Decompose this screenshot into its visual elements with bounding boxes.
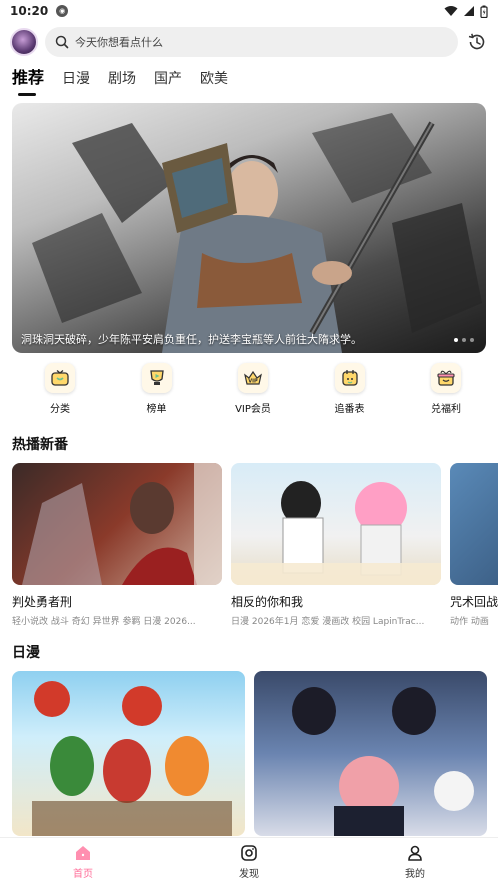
banner-artwork bbox=[32, 113, 482, 353]
anime-meta: 动作 动画 bbox=[450, 617, 489, 627]
category-tabs: 推荐 日漫 剧场 国产 欧美 bbox=[0, 62, 498, 98]
shortcut-label: 分类 bbox=[50, 404, 70, 415]
anime-thumbnail bbox=[231, 463, 441, 585]
history-button[interactable] bbox=[466, 31, 488, 53]
history-icon bbox=[468, 33, 485, 50]
wifi-icon bbox=[444, 6, 458, 16]
svg-text:VIP: VIP bbox=[248, 379, 258, 385]
carousel-indicator bbox=[454, 338, 474, 342]
tab-domestic[interactable]: 国产 bbox=[154, 68, 182, 98]
shortcut-label: VIP会员 bbox=[235, 404, 271, 415]
trophy-play-icon bbox=[141, 363, 172, 393]
status-bar: 10:20 ◉ bbox=[0, 0, 498, 22]
shortcut-category[interactable]: 分类 bbox=[30, 363, 90, 419]
shortcut-rewards[interactable]: 兑福利 bbox=[416, 363, 476, 419]
shortcut-label: 追番表 bbox=[334, 404, 365, 415]
anime-meta: 轻小说改 战斗 奇幻 异世界 参羁 日漫 2026... bbox=[12, 617, 196, 627]
nav-label: 发现 bbox=[239, 868, 259, 880]
tv-icon bbox=[45, 363, 75, 393]
banner-caption: 洞珠洞天破碎，少年陈平安肩负重任，护送李宝瓶等人前往大隋求学。 bbox=[21, 333, 362, 346]
search-bar[interactable]: 今天你想看点什么 bbox=[45, 27, 458, 57]
anime-poster[interactable] bbox=[12, 671, 245, 836]
nav-discover[interactable]: 发现 bbox=[166, 838, 332, 885]
discover-icon bbox=[241, 844, 257, 861]
anime-thumbnail bbox=[12, 463, 222, 585]
signal-icon bbox=[464, 6, 474, 16]
home-icon bbox=[76, 845, 90, 860]
anime-thumbnail bbox=[450, 463, 498, 585]
anime-poster[interactable] bbox=[254, 671, 487, 836]
carousel-dot bbox=[454, 338, 458, 342]
notification-icon: ◉ bbox=[56, 5, 69, 17]
nav-label: 首页 bbox=[73, 868, 93, 880]
tab-western[interactable]: 欧美 bbox=[200, 68, 228, 98]
bottom-navigation: 首页 发现 我的 bbox=[0, 837, 498, 885]
status-time: 10:20 bbox=[10, 4, 49, 18]
search-placeholder: 今天你想看点什么 bbox=[75, 36, 163, 49]
anime-card[interactable]: 咒术回战 动作 动画 bbox=[450, 463, 498, 628]
nav-home[interactable]: 首页 bbox=[0, 838, 166, 885]
profile-icon bbox=[408, 845, 422, 861]
gift-icon bbox=[431, 363, 461, 393]
calendar-icon bbox=[334, 363, 365, 393]
hot-cards-row: 判处勇者刑 轻小说改 战斗 奇幻 异世界 参羁 日漫 2026... 相反的你和… bbox=[12, 463, 498, 628]
shortcut-row: 分类 榜单 VIP VIP会员 追番表 兑福利 bbox=[0, 363, 498, 419]
japanese-cards-row bbox=[12, 671, 498, 836]
tab-japanese-anime[interactable]: 日漫 bbox=[62, 68, 90, 98]
shortcut-ranking[interactable]: 榜单 bbox=[127, 363, 187, 419]
anime-card[interactable]: 相反的你和我 日漫 2026年1月 恋爱 漫画改 校园 LapinTrac... bbox=[231, 463, 441, 628]
anime-title: 相反的你和我 bbox=[231, 595, 304, 609]
shortcut-label: 兑福利 bbox=[431, 404, 461, 415]
anime-meta: 日漫 2026年1月 恋爱 漫画改 校园 LapinTrac... bbox=[231, 617, 425, 627]
battery-icon bbox=[480, 5, 488, 18]
shortcut-vip[interactable]: VIP VIP会员 bbox=[223, 363, 283, 419]
nav-label: 我的 bbox=[405, 868, 425, 880]
anime-title: 判处勇者刑 bbox=[12, 595, 73, 609]
section-title-japanese: 日漫 bbox=[12, 642, 40, 662]
anime-card[interactable]: 判处勇者刑 轻小说改 战斗 奇幻 异世界 参羁 日漫 2026... bbox=[12, 463, 222, 628]
vip-crown-icon: VIP bbox=[238, 363, 268, 393]
shortcut-schedule[interactable]: 追番表 bbox=[320, 363, 380, 419]
nav-profile[interactable]: 我的 bbox=[332, 838, 498, 885]
anime-title: 咒术回战 bbox=[450, 595, 498, 609]
status-icons bbox=[444, 5, 488, 18]
carousel-dot bbox=[470, 338, 474, 342]
banner-carousel[interactable]: 洞珠洞天破碎，少年陈平安肩负重任，护送李宝瓶等人前往大隋求学。 bbox=[12, 103, 486, 353]
tab-recommend[interactable]: 推荐 bbox=[12, 64, 44, 98]
shortcut-label: 榜单 bbox=[146, 404, 167, 415]
carousel-dot bbox=[462, 338, 466, 342]
search-icon bbox=[55, 35, 69, 49]
tab-theater[interactable]: 剧场 bbox=[108, 68, 136, 98]
top-bar: 今天你想看点什么 bbox=[0, 24, 498, 60]
app-screen: 10:20 ◉ 今天你想看点什么 推荐 日漫 剧场 国产 欧美 洞珠洞天破碎，少… bbox=[0, 0, 498, 885]
avatar[interactable] bbox=[10, 28, 38, 56]
section-title-hot: 热播新番 bbox=[12, 434, 68, 454]
